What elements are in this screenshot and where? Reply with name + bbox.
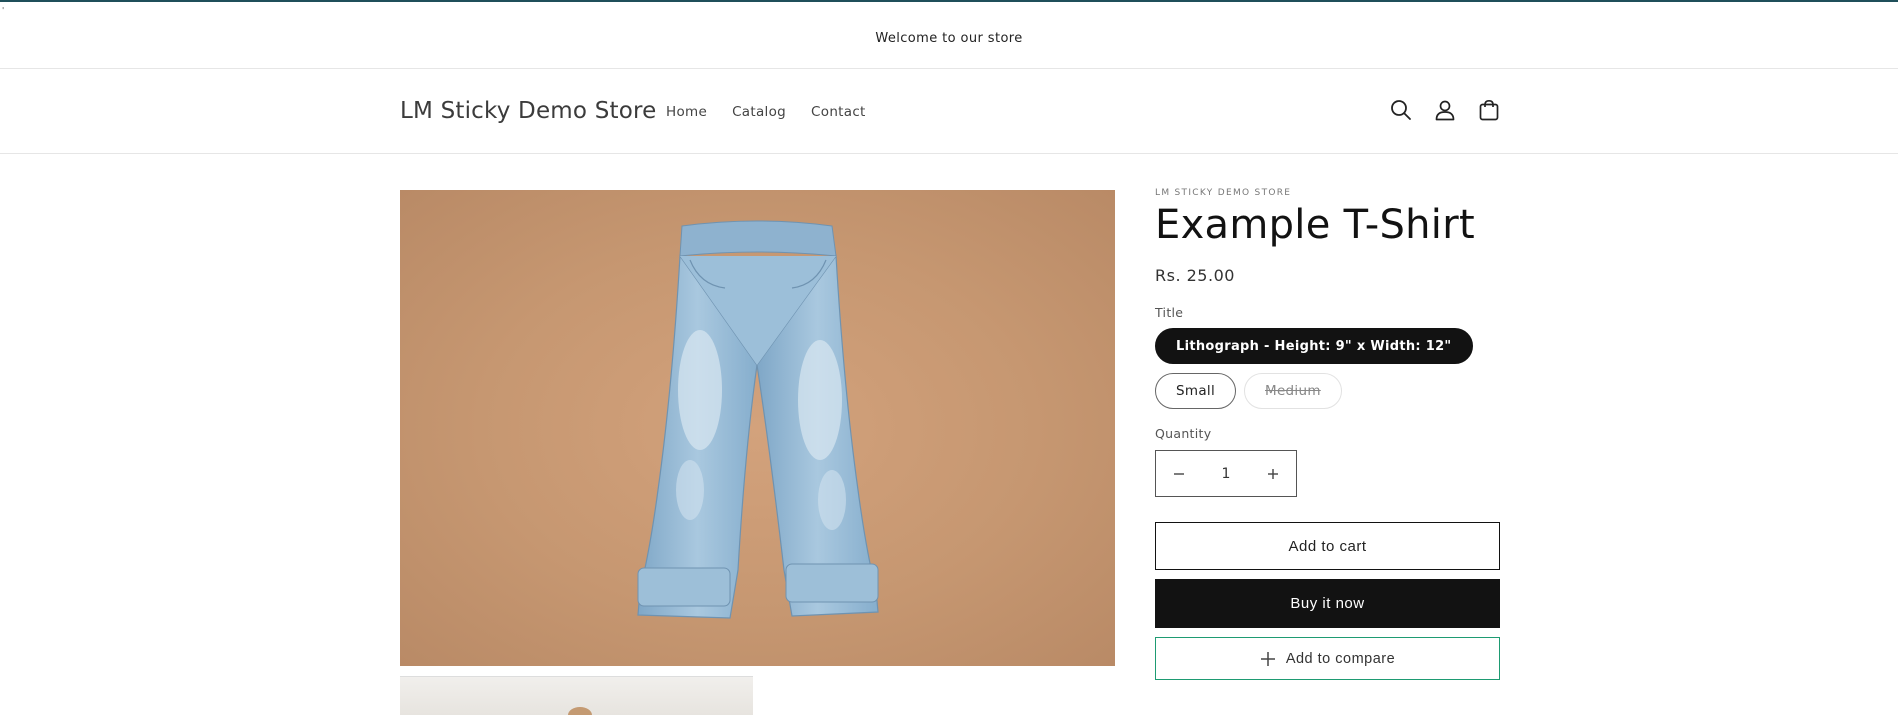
nav-catalog[interactable]: Catalog bbox=[732, 104, 786, 120]
minus-icon bbox=[1174, 472, 1184, 475]
quantity-increase-button[interactable] bbox=[1250, 451, 1296, 496]
main-nav: Home Catalog Contact bbox=[666, 104, 891, 120]
search-icon[interactable] bbox=[1388, 97, 1414, 123]
nav-contact[interactable]: Contact bbox=[811, 104, 866, 120]
quantity-label: Quantity bbox=[1155, 426, 1212, 441]
account-icon[interactable] bbox=[1432, 97, 1458, 123]
announcement-bar: Welcome to our store bbox=[0, 2, 1898, 69]
thumbnail-photo bbox=[568, 707, 592, 715]
quantity-input[interactable]: 1 bbox=[1222, 466, 1231, 482]
nav-home[interactable]: Home bbox=[666, 104, 707, 120]
product-main-image[interactable] bbox=[400, 190, 1115, 666]
add-to-compare-button[interactable]: Add to compare bbox=[1155, 637, 1500, 680]
cart-icon[interactable] bbox=[1476, 97, 1502, 123]
variant-picker: Lithograph - Height: 9" x Width: 12" Sma… bbox=[1155, 328, 1500, 418]
plus-icon bbox=[1267, 468, 1278, 479]
option-label: Title bbox=[1155, 305, 1184, 320]
plus-icon bbox=[1260, 651, 1276, 667]
store-logo[interactable]: LM Sticky Demo Store bbox=[400, 98, 656, 124]
product-title: Example T-Shirt bbox=[1155, 202, 1475, 248]
quantity-decrease-button[interactable] bbox=[1156, 451, 1202, 496]
variant-small[interactable]: Small bbox=[1155, 373, 1236, 409]
variant-medium[interactable]: Medium bbox=[1244, 373, 1342, 409]
header-icons bbox=[1388, 97, 1520, 123]
product-thumbnail[interactable] bbox=[400, 676, 753, 715]
product-info: LM STICKY DEMO STORE Example T-Shirt Rs.… bbox=[1155, 188, 1500, 680]
product-vendor: LM STICKY DEMO STORE bbox=[1155, 188, 1292, 198]
quantity-stepper: 1 bbox=[1155, 450, 1297, 497]
add-to-compare-label: Add to compare bbox=[1285, 650, 1396, 667]
site-header: LM Sticky Demo Store Home Catalog Contac… bbox=[0, 69, 1898, 154]
announcement-text: Welcome to our store bbox=[875, 30, 1023, 46]
variant-lithograph[interactable]: Lithograph - Height: 9" x Width: 12" bbox=[1155, 328, 1473, 364]
product-price: Rs. 25.00 bbox=[1155, 266, 1235, 285]
buy-now-button[interactable]: Buy it now bbox=[1155, 579, 1500, 628]
jeans-photo bbox=[637, 220, 879, 619]
add-to-cart-button[interactable]: Add to cart bbox=[1155, 522, 1500, 570]
